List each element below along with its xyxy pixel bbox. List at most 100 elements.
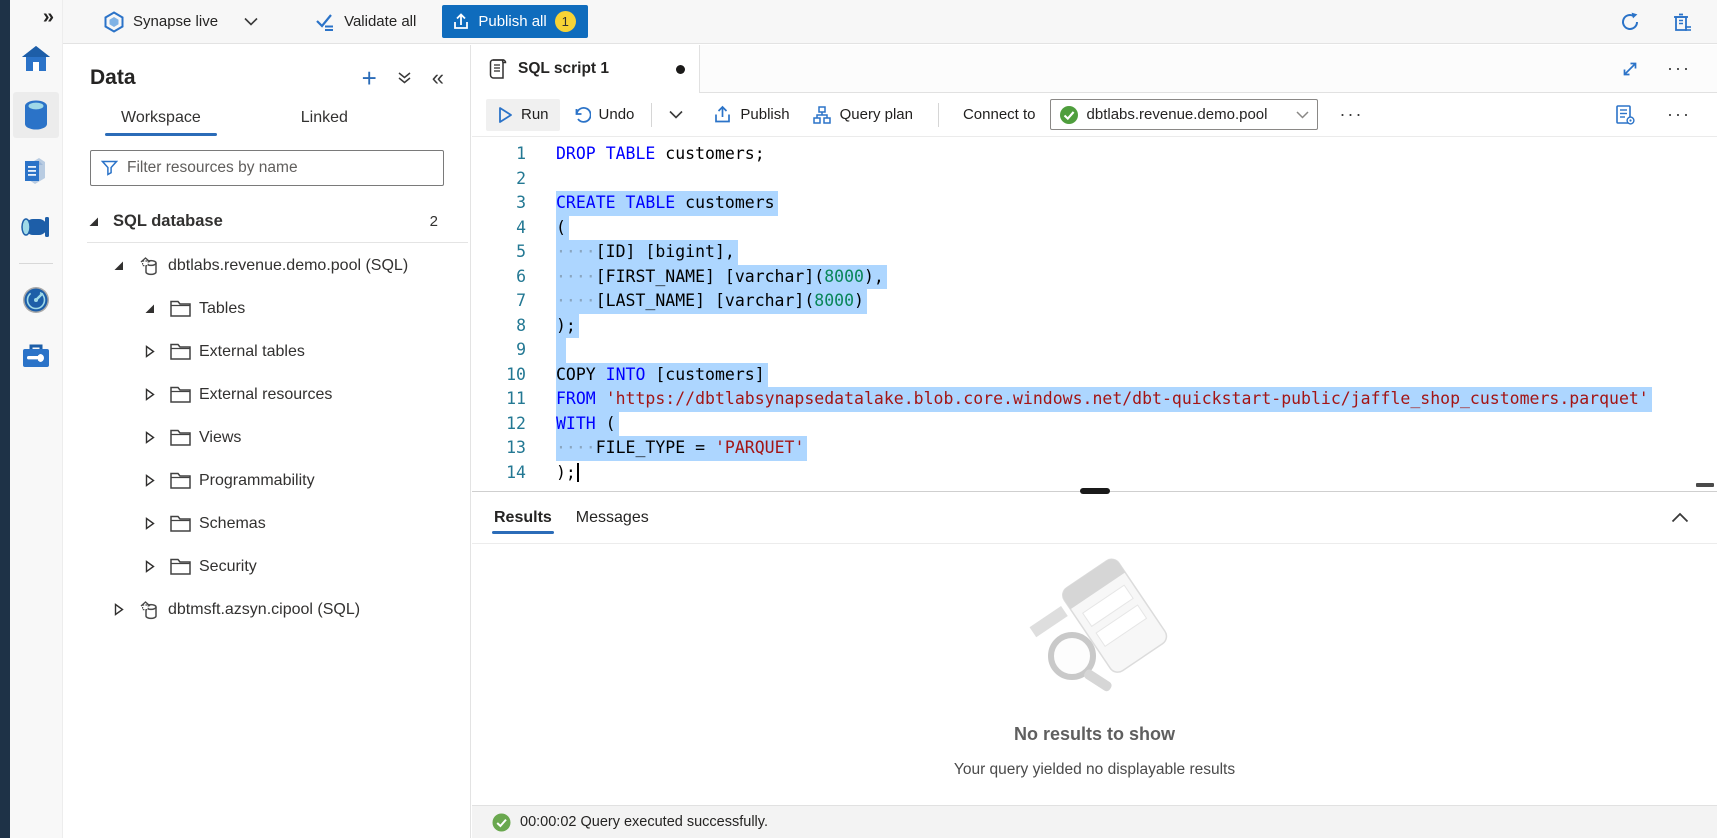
sidebar-item-manage[interactable] [13,333,59,379]
sidebar-item-integrate[interactable] [13,204,59,250]
code-line-text: ····[ID] [bigint], [556,240,738,265]
tree-item-label: Views [199,429,241,447]
chevron-collapsed-icon[interactable] [143,474,169,487]
code-line[interactable]: 5····[ID] [bigint], [472,240,1717,265]
line-number: 13 [472,436,526,461]
code-line-text: ); [556,314,579,339]
monitor-icon [20,284,52,316]
left-edge-strip [0,0,10,838]
chevron-down-icon [244,17,258,26]
tab-results[interactable]: Results [482,495,564,541]
sql-code-editor[interactable]: 1DROP TABLE customers;23CREATE TABLE cus… [472,137,1717,491]
code-line[interactable]: 13····FILE_TYPE = 'PARQUET' [472,436,1717,461]
scrollbar-thumb[interactable] [1696,483,1714,487]
code-line[interactable]: 14); [472,461,1717,486]
app-sidebar: » [10,0,63,838]
chevron-collapsed-icon[interactable] [112,603,138,616]
publish-button[interactable]: Publish [702,98,800,131]
splitter-drag-handle[interactable] [1080,488,1110,494]
collapse-panel-icon[interactable]: « [432,65,444,91]
run-button[interactable]: Run [486,99,560,131]
mode-switcher[interactable]: Synapse live [103,11,258,33]
chevron-collapsed-icon[interactable] [143,388,169,401]
tree-item[interactable]: External tables [63,330,470,373]
line-number: 6 [472,265,526,290]
tree-item[interactable]: External resources [63,373,470,416]
connect-to-label: Connect to [963,106,1036,123]
code-line[interactable]: 6····[FIRST_NAME] [varchar](8000), [472,265,1717,290]
refresh-icon[interactable] [1619,11,1641,33]
collapse-all-icon[interactable] [397,71,412,85]
sidebar-item-data[interactable] [13,92,59,138]
chevron-expanded-icon[interactable] [143,302,169,315]
tab-more-icon[interactable]: ··· [1667,58,1691,79]
tree-item-label: Programmability [199,472,315,490]
tree-item[interactable]: Tables [63,287,470,330]
sidebar-item-monitor[interactable] [13,277,59,323]
code-line[interactable]: 2 [472,167,1717,192]
code-line-text [556,338,566,363]
folder-icon [169,342,199,361]
add-icon[interactable]: + [362,65,377,91]
tree-item[interactable]: SQL database2 [87,200,468,243]
tree-item[interactable]: dbtlabs.revenue.demo.pool (SQL) [63,244,470,287]
chevron-collapsed-icon[interactable] [143,560,169,573]
tree-item-label: External resources [199,386,332,404]
chevron-down-icon [1296,111,1309,119]
chevron-expanded-icon[interactable] [87,215,113,228]
chevron-collapsed-icon[interactable] [143,431,169,444]
expand-editor-icon[interactable] [1621,60,1639,78]
double-chevron-right-icon[interactable]: » [43,6,54,29]
toolbar-more-icon[interactable]: ··· [1340,104,1364,125]
line-number: 7 [472,289,526,314]
undo-dropdown-button[interactable] [658,103,694,126]
tree-item[interactable]: Security [63,545,470,588]
discard-all-icon[interactable] [1671,11,1693,33]
properties-icon[interactable] [1613,103,1637,127]
chevron-collapsed-icon[interactable] [143,517,169,530]
code-line[interactable]: 9 [472,338,1717,363]
folder-icon [169,471,199,490]
line-number: 4 [472,216,526,241]
line-number: 11 [472,387,526,412]
sidebar-item-home[interactable] [13,36,59,82]
publish-arrow-icon [452,13,470,31]
tree-item[interactable]: Schemas [63,502,470,545]
chevron-up-icon[interactable] [1671,512,1717,523]
tab-messages[interactable]: Messages [564,495,661,541]
code-line[interactable]: 11FROM 'https://dbtlabsynapsedatalake.bl… [472,387,1717,412]
tab-workspace[interactable]: Workspace [119,101,203,136]
tab-linked[interactable]: Linked [299,101,350,136]
line-number: 1 [472,142,526,167]
editor-more-icon[interactable]: ··· [1667,104,1691,125]
query-plan-button[interactable]: Query plan [801,98,924,132]
chevron-expanded-icon[interactable] [112,259,138,272]
publish-count-badge: 1 [555,11,576,32]
code-line[interactable]: 10COPY INTO [customers] [472,363,1717,388]
tree-item[interactable]: dbtmsft.azsyn.cipool (SQL) [63,588,470,631]
tree-item[interactable]: Views [63,416,470,459]
chevron-down-icon [669,110,683,119]
filter-resources-input[interactable] [127,159,433,177]
filter-resources-field[interactable] [90,150,444,186]
code-line[interactable]: 12WITH ( [472,412,1717,437]
undo-button[interactable]: Undo [560,98,646,131]
code-line[interactable]: 4( [472,216,1717,241]
publish-all-button[interactable]: Publish all 1 [442,5,587,38]
magnifier-illustration [1010,558,1180,718]
publish-icon [713,105,732,124]
pool-selector[interactable]: dbtlabs.revenue.demo.pool [1050,99,1318,130]
folder-icon [169,557,199,576]
status-message: 00:00:02 Query executed successfully. [520,814,768,830]
tab-sql-script-1[interactable]: SQL script 1 [472,45,700,93]
query-plan-label: Query plan [840,106,913,123]
code-line[interactable]: 3CREATE TABLE customers [472,191,1717,216]
tree-item[interactable]: Programmability [63,459,470,502]
validate-all-button[interactable]: Validate all [314,12,416,32]
sidebar-item-develop[interactable] [13,148,59,194]
code-line[interactable]: 7····[LAST_NAME] [varchar](8000) [472,289,1717,314]
code-line[interactable]: 8); [472,314,1717,339]
code-line[interactable]: 1DROP TABLE customers; [472,142,1717,167]
chevron-collapsed-icon[interactable] [143,345,169,358]
tree-item-label: External tables [199,343,305,361]
